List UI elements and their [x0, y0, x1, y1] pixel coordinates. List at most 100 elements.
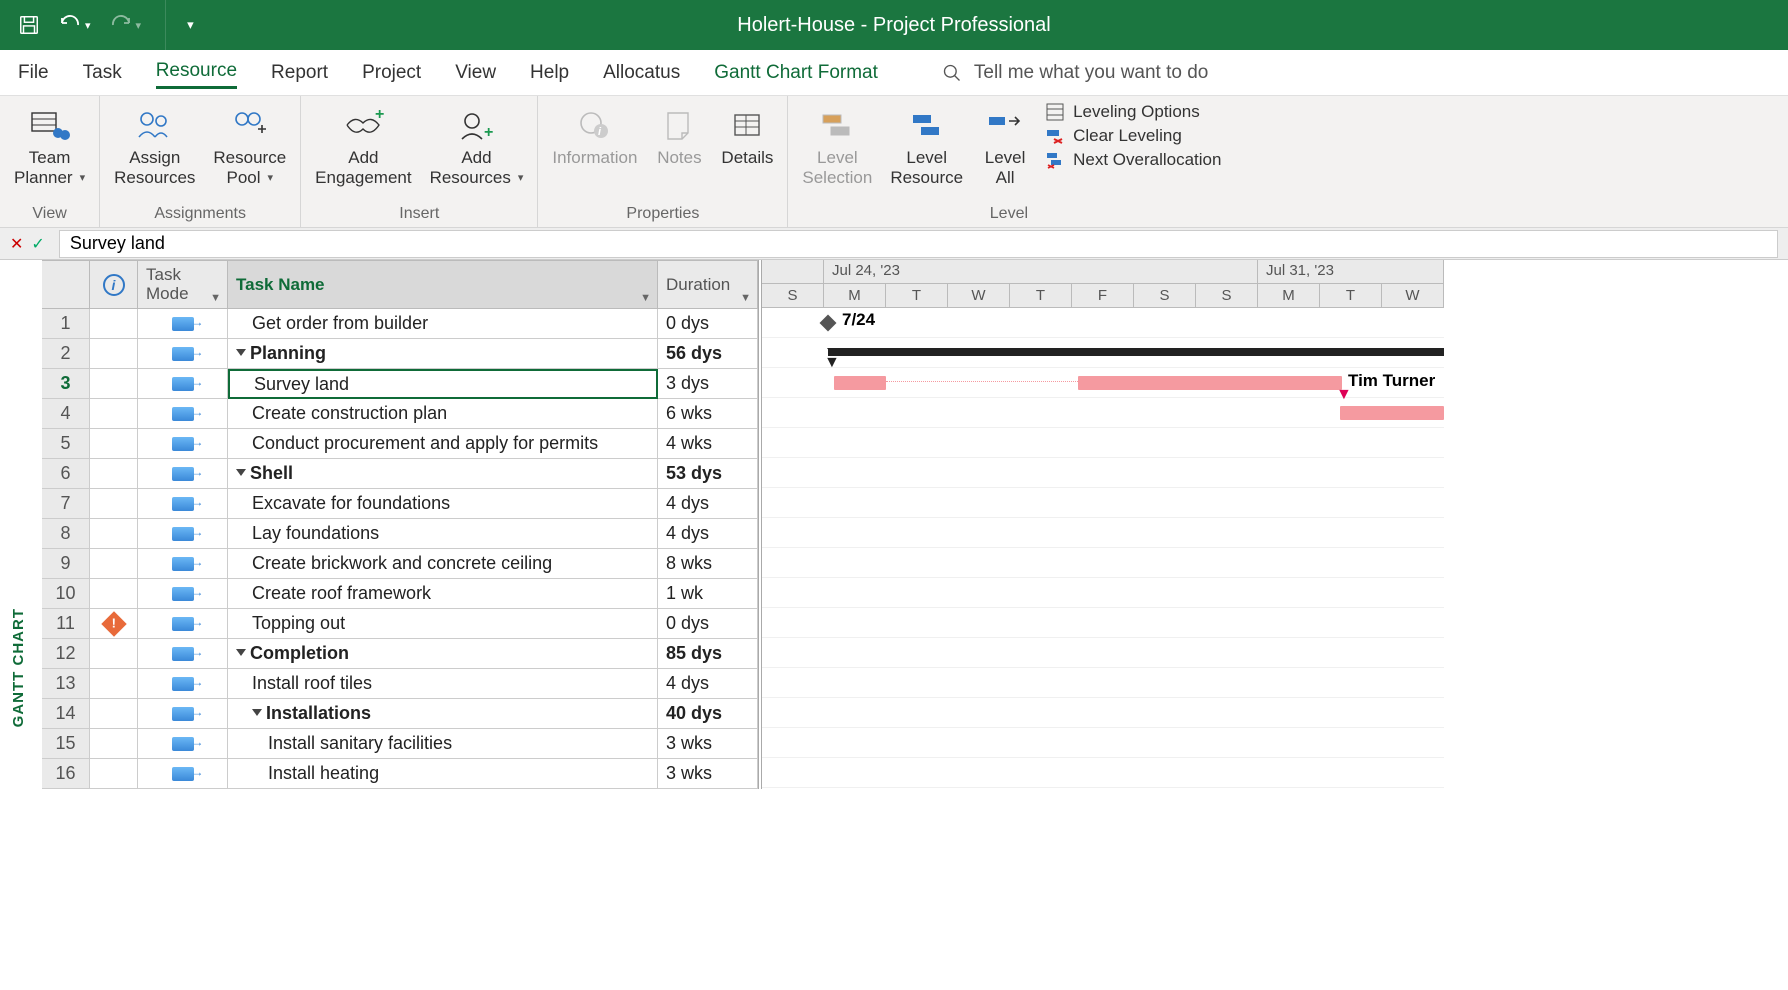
notes-button[interactable]: Notes — [649, 102, 709, 191]
duration-cell[interactable]: 1 wk — [658, 579, 758, 609]
task-name-cell[interactable]: Survey land — [228, 369, 658, 399]
assign-resources-button[interactable]: Assign Resources — [108, 102, 201, 191]
grid-row[interactable]: 2 Planning56 dys — [42, 339, 758, 369]
tell-me-search[interactable]: Tell me what you want to do — [942, 62, 1208, 84]
grid-row[interactable]: 11 Topping out0 dys — [42, 609, 758, 639]
task-name-cell[interactable]: Planning — [228, 339, 658, 369]
row-number[interactable]: 11 — [42, 609, 90, 639]
duration-cell[interactable]: 53 dys — [658, 459, 758, 489]
task-name-cell[interactable]: Shell — [228, 459, 658, 489]
dropdown-arrow-icon[interactable]: ▼ — [740, 292, 751, 304]
duration-cell[interactable]: 4 dys — [658, 489, 758, 519]
dropdown-arrow-icon[interactable]: ▼ — [640, 292, 651, 304]
next-overallocation-button[interactable]: Next Overallocation — [1045, 150, 1221, 170]
col-indicators[interactable]: i — [90, 261, 138, 309]
row-number[interactable]: 14 — [42, 699, 90, 729]
tab-gantt-format[interactable]: Gantt Chart Format — [714, 58, 878, 88]
duration-cell[interactable]: 4 wks — [658, 429, 758, 459]
grid-row[interactable]: 13Install roof tiles4 dys — [42, 669, 758, 699]
duration-cell[interactable]: 40 dys — [658, 699, 758, 729]
duration-cell[interactable]: 85 dys — [658, 639, 758, 669]
add-resources-button[interactable]: + Add Resources▾ — [424, 102, 530, 191]
task-name-cell[interactable]: Install roof tiles — [228, 669, 658, 699]
col-task-name[interactable]: Task Name ▼ — [228, 261, 658, 309]
tab-help[interactable]: Help — [530, 58, 569, 88]
team-planner-button[interactable]: Team Planner▾ — [8, 102, 91, 191]
qat-customize[interactable]: ▾ — [184, 17, 194, 33]
clear-leveling-button[interactable]: Clear Leveling — [1045, 126, 1221, 146]
tab-view[interactable]: View — [455, 58, 496, 88]
formula-accept-button[interactable]: ✓ — [31, 234, 44, 254]
task-name-cell[interactable]: Install sanitary facilities — [228, 729, 658, 759]
task-mode-cell[interactable] — [138, 429, 228, 459]
level-all-button[interactable]: Level All — [975, 102, 1035, 191]
duration-cell[interactable]: 0 dys — [658, 609, 758, 639]
task-name-cell[interactable]: Create roof framework — [228, 579, 658, 609]
task-mode-cell[interactable] — [138, 369, 228, 399]
task-name-cell[interactable]: Completion — [228, 639, 658, 669]
task-mode-cell[interactable] — [138, 699, 228, 729]
col-rownum[interactable] — [42, 261, 90, 309]
duration-cell[interactable]: 3 wks — [658, 729, 758, 759]
row-number[interactable]: 12 — [42, 639, 90, 669]
tab-task[interactable]: Task — [83, 58, 122, 88]
row-number[interactable]: 7 — [42, 489, 90, 519]
collapse-icon[interactable] — [252, 709, 262, 716]
grid-row[interactable]: 12 Completion85 dys — [42, 639, 758, 669]
duration-cell[interactable]: 4 dys — [658, 519, 758, 549]
duration-cell[interactable]: 4 dys — [658, 669, 758, 699]
grid-row[interactable]: 15Install sanitary facilities3 wks — [42, 729, 758, 759]
task-mode-cell[interactable] — [138, 609, 228, 639]
formula-cancel-button[interactable]: ✕ — [10, 234, 23, 254]
task-bar[interactable] — [1340, 406, 1444, 420]
information-button[interactable]: i Information — [546, 102, 643, 191]
save-button[interactable] — [18, 14, 40, 36]
task-mode-cell[interactable] — [138, 339, 228, 369]
dropdown-arrow-icon[interactable]: ▼ — [210, 292, 221, 304]
tab-allocatus[interactable]: Allocatus — [603, 58, 680, 88]
collapse-icon[interactable] — [236, 649, 246, 656]
task-mode-cell[interactable] — [138, 519, 228, 549]
collapse-icon[interactable] — [236, 349, 246, 356]
row-number[interactable]: 2 — [42, 339, 90, 369]
task-name-cell[interactable]: Install heating — [228, 759, 658, 789]
grid-row[interactable]: 14 Installations40 dys — [42, 699, 758, 729]
add-engagement-button[interactable]: + Add Engagement — [309, 102, 417, 191]
formula-input[interactable] — [59, 230, 1778, 258]
task-mode-cell[interactable] — [138, 489, 228, 519]
task-mode-cell[interactable] — [138, 579, 228, 609]
tab-resource[interactable]: Resource — [156, 56, 237, 89]
milestone-marker[interactable] — [820, 315, 837, 332]
grid-row[interactable]: 7 Excavate for foundations4 dys — [42, 489, 758, 519]
row-number[interactable]: 1 — [42, 309, 90, 339]
row-number[interactable]: 16 — [42, 759, 90, 789]
row-number[interactable]: 10 — [42, 579, 90, 609]
task-mode-cell[interactable] — [138, 399, 228, 429]
task-name-cell[interactable]: Excavate for foundations — [228, 489, 658, 519]
col-duration[interactable]: Duration ▼ — [658, 261, 758, 309]
task-name-cell[interactable]: Topping out — [228, 609, 658, 639]
grid-row[interactable]: 6 Shell53 dys — [42, 459, 758, 489]
resource-pool-button[interactable]: Resource Pool▾ — [207, 102, 292, 191]
task-mode-cell[interactable] — [138, 669, 228, 699]
duration-cell[interactable]: 56 dys — [658, 339, 758, 369]
task-name-cell[interactable]: Conduct procurement and apply for permit… — [228, 429, 658, 459]
row-number[interactable]: 9 — [42, 549, 90, 579]
grid-row[interactable]: 3Survey land3 dys — [42, 369, 758, 399]
level-resource-button[interactable]: Level Resource — [884, 102, 969, 191]
leveling-options-button[interactable]: Leveling Options — [1045, 102, 1221, 122]
level-selection-button[interactable]: Level Selection — [796, 102, 878, 191]
gantt-chart[interactable]: Jul 24, '23 Jul 31, '23 SMTWTFSSMTW 7/24… — [758, 260, 1444, 789]
task-name-cell[interactable]: Create construction plan — [228, 399, 658, 429]
grid-row[interactable]: 9Create brickwork and concrete ceiling8 … — [42, 549, 758, 579]
task-mode-cell[interactable] — [138, 459, 228, 489]
row-number[interactable]: 3 — [42, 369, 90, 399]
task-grid[interactable]: i Task Mode ▼ Task Name ▼ Duration ▼ 1Ge… — [42, 260, 758, 789]
grid-row[interactable]: 1Get order from builder0 dys — [42, 309, 758, 339]
task-name-cell[interactable]: Installations — [228, 699, 658, 729]
duration-cell[interactable]: 0 dys — [658, 309, 758, 339]
row-number[interactable]: 6 — [42, 459, 90, 489]
col-task-mode[interactable]: Task Mode ▼ — [138, 261, 228, 309]
task-mode-cell[interactable] — [138, 759, 228, 789]
duration-cell[interactable]: 3 wks — [658, 759, 758, 789]
